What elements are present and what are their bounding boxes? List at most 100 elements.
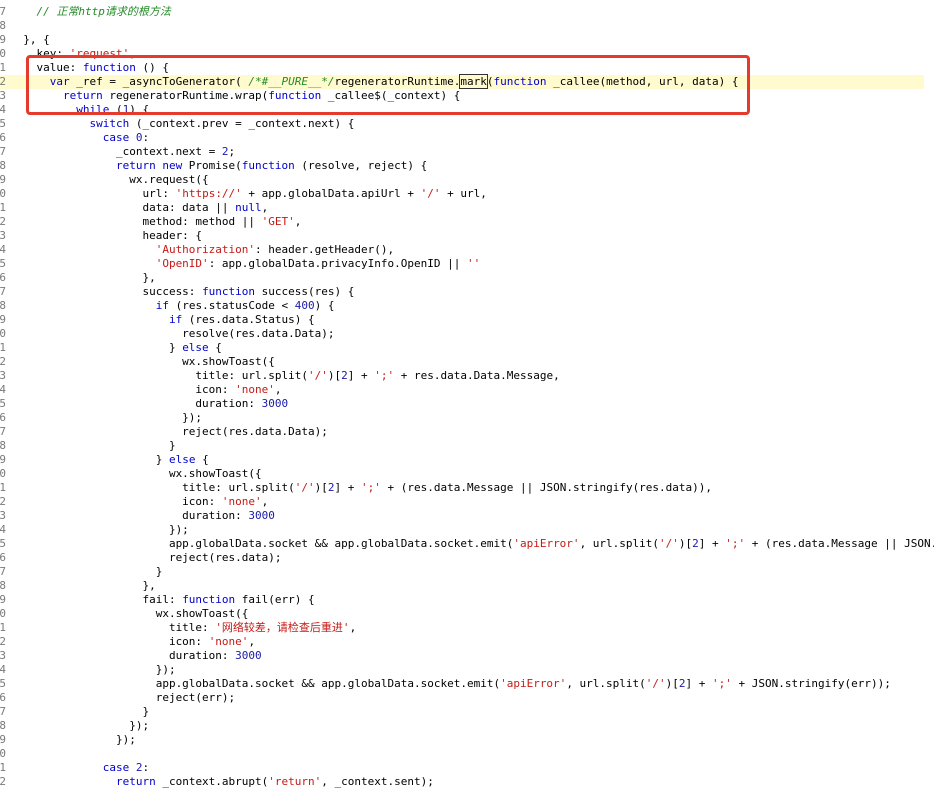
line-number: 8	[0, 159, 6, 172]
code-token: },	[10, 271, 156, 284]
line-number: 2	[0, 75, 6, 88]
code-token: 'none'	[221, 495, 262, 508]
code-token: return	[10, 775, 156, 788]
code-text: });	[10, 733, 136, 747]
line-number: 9	[0, 453, 6, 466]
code-text: app.globalData.socket && app.globalData.…	[10, 677, 891, 691]
code-token: ,	[349, 621, 357, 634]
code-token: 'https://'	[175, 187, 242, 200]
code-token: 3000	[248, 509, 275, 522]
line-number: 3	[0, 509, 6, 522]
code-token: ,	[129, 47, 136, 60]
line-number: 0	[0, 47, 6, 60]
code-text: header: {	[10, 229, 202, 243]
code-token: 2	[678, 677, 686, 690]
code-text: return new Promise(function (resolve, re…	[10, 159, 427, 173]
line-number: 6	[0, 691, 6, 704]
code-token: switch	[10, 117, 130, 130]
code-token: function	[82, 61, 136, 74]
line-number: 7	[0, 145, 6, 158]
code-token: + (res.data.Message || JSON.stringify(re…	[380, 481, 713, 494]
line-number: 6	[0, 271, 6, 284]
code-text: });	[10, 663, 176, 677]
code-token: }	[10, 453, 169, 466]
code-token: '/'	[420, 187, 441, 200]
code-token: function	[182, 593, 236, 606]
code-text: } else {	[10, 341, 222, 355]
line-number: 2	[0, 635, 6, 648]
code-token: :	[142, 761, 150, 774]
code-text: data: data || null,	[10, 201, 268, 215]
code-token: 'request'	[69, 47, 130, 60]
line-number: 8	[0, 719, 6, 732]
code-text: case 0:	[10, 131, 149, 145]
line-number: 8	[0, 299, 6, 312]
line-number: 1	[0, 201, 6, 214]
code-token: ] +	[685, 677, 713, 690]
code-token: ';'	[361, 481, 381, 494]
code-text: switch (_context.prev = _context.next) {	[10, 117, 354, 131]
code-text: success: function success(res) {	[10, 285, 354, 299]
code-token: url:	[10, 187, 176, 200]
code-token: null	[235, 201, 262, 214]
code-token: {	[195, 453, 209, 466]
line-number: 8	[0, 439, 6, 452]
line-number: 7	[0, 5, 6, 18]
code-token: app.globalData.socket && app.globalData.…	[10, 677, 501, 690]
line-number: 4	[0, 243, 6, 256]
code-token: });	[10, 733, 136, 746]
code-token: app.globalData.socket && app.globalData.…	[10, 537, 514, 550]
code-token: '/'	[659, 537, 679, 550]
code-token: case	[10, 131, 130, 144]
code-token: : header.getHeader(),	[255, 243, 395, 256]
code-token: icon:	[10, 635, 209, 648]
code-token: case	[10, 761, 130, 774]
code-token: :	[142, 131, 150, 144]
selected-token: mark	[459, 74, 488, 89]
code-text: case 2:	[10, 761, 149, 775]
code-editor[interactable]: 7 // 正常http请求的根方法 8 9 }, {0 key: 'request'…	[0, 0, 934, 791]
code-token: }	[10, 565, 163, 578]
code-token: 'none'	[235, 383, 275, 396]
code-token: Promise(	[182, 159, 242, 172]
code-token: }, {	[10, 33, 50, 46]
line-number: 2	[0, 215, 6, 228]
code-token: ''	[466, 257, 481, 270]
code-token: + res.data.Data.Message,	[394, 369, 560, 382]
code-token: _callee(method, url, data) {	[546, 75, 739, 88]
code-token: 2	[692, 537, 699, 550]
code-text: return regeneratorRuntime.wrap(function …	[10, 89, 460, 103]
code-token: ';'	[712, 677, 732, 690]
code-token: wx.showToast({	[10, 467, 262, 480]
code-text: }	[10, 439, 176, 453]
code-text: });	[10, 719, 149, 733]
code-token: ,	[261, 495, 269, 508]
line-number: 3	[0, 369, 6, 382]
line-number: 3	[0, 229, 6, 242]
code-text: _context.next = 2;	[10, 145, 235, 159]
line-number: 0	[0, 607, 6, 620]
code-token: {	[208, 341, 222, 354]
code-text: title: url.split('/')[2] + ';' + (res.da…	[10, 481, 712, 495]
code-line[interactable]: 2 var _ref = _asyncToGenerator( /*#__PUR…	[0, 74, 924, 89]
code-token: 2	[221, 145, 229, 158]
code-token: if	[10, 299, 169, 312]
code-token: ';'	[725, 537, 746, 550]
code-token: _context.next =	[10, 145, 222, 158]
line-number: 7	[0, 565, 6, 578]
line-number: 1	[0, 341, 6, 354]
code-token: 'none'	[208, 635, 249, 648]
code-token: reject(res.data.Data);	[10, 425, 328, 438]
code-token: }	[10, 705, 150, 718]
code-text: return _context.abrupt('return', _contex…	[10, 775, 434, 789]
code-token: 2	[341, 369, 348, 382]
line-number: 9	[0, 173, 6, 186]
code-token: _callee$(_context) {	[321, 89, 461, 102]
code-token: // 正常http请求的根方法	[10, 5, 171, 18]
code-token: wx.request({	[10, 173, 209, 186]
line-number: 3	[0, 89, 6, 102]
code-token: (res.statusCode <	[168, 299, 295, 312]
code-token: 3000	[261, 397, 289, 410]
code-text: }, {	[10, 33, 50, 47]
code-token: function	[241, 159, 295, 172]
